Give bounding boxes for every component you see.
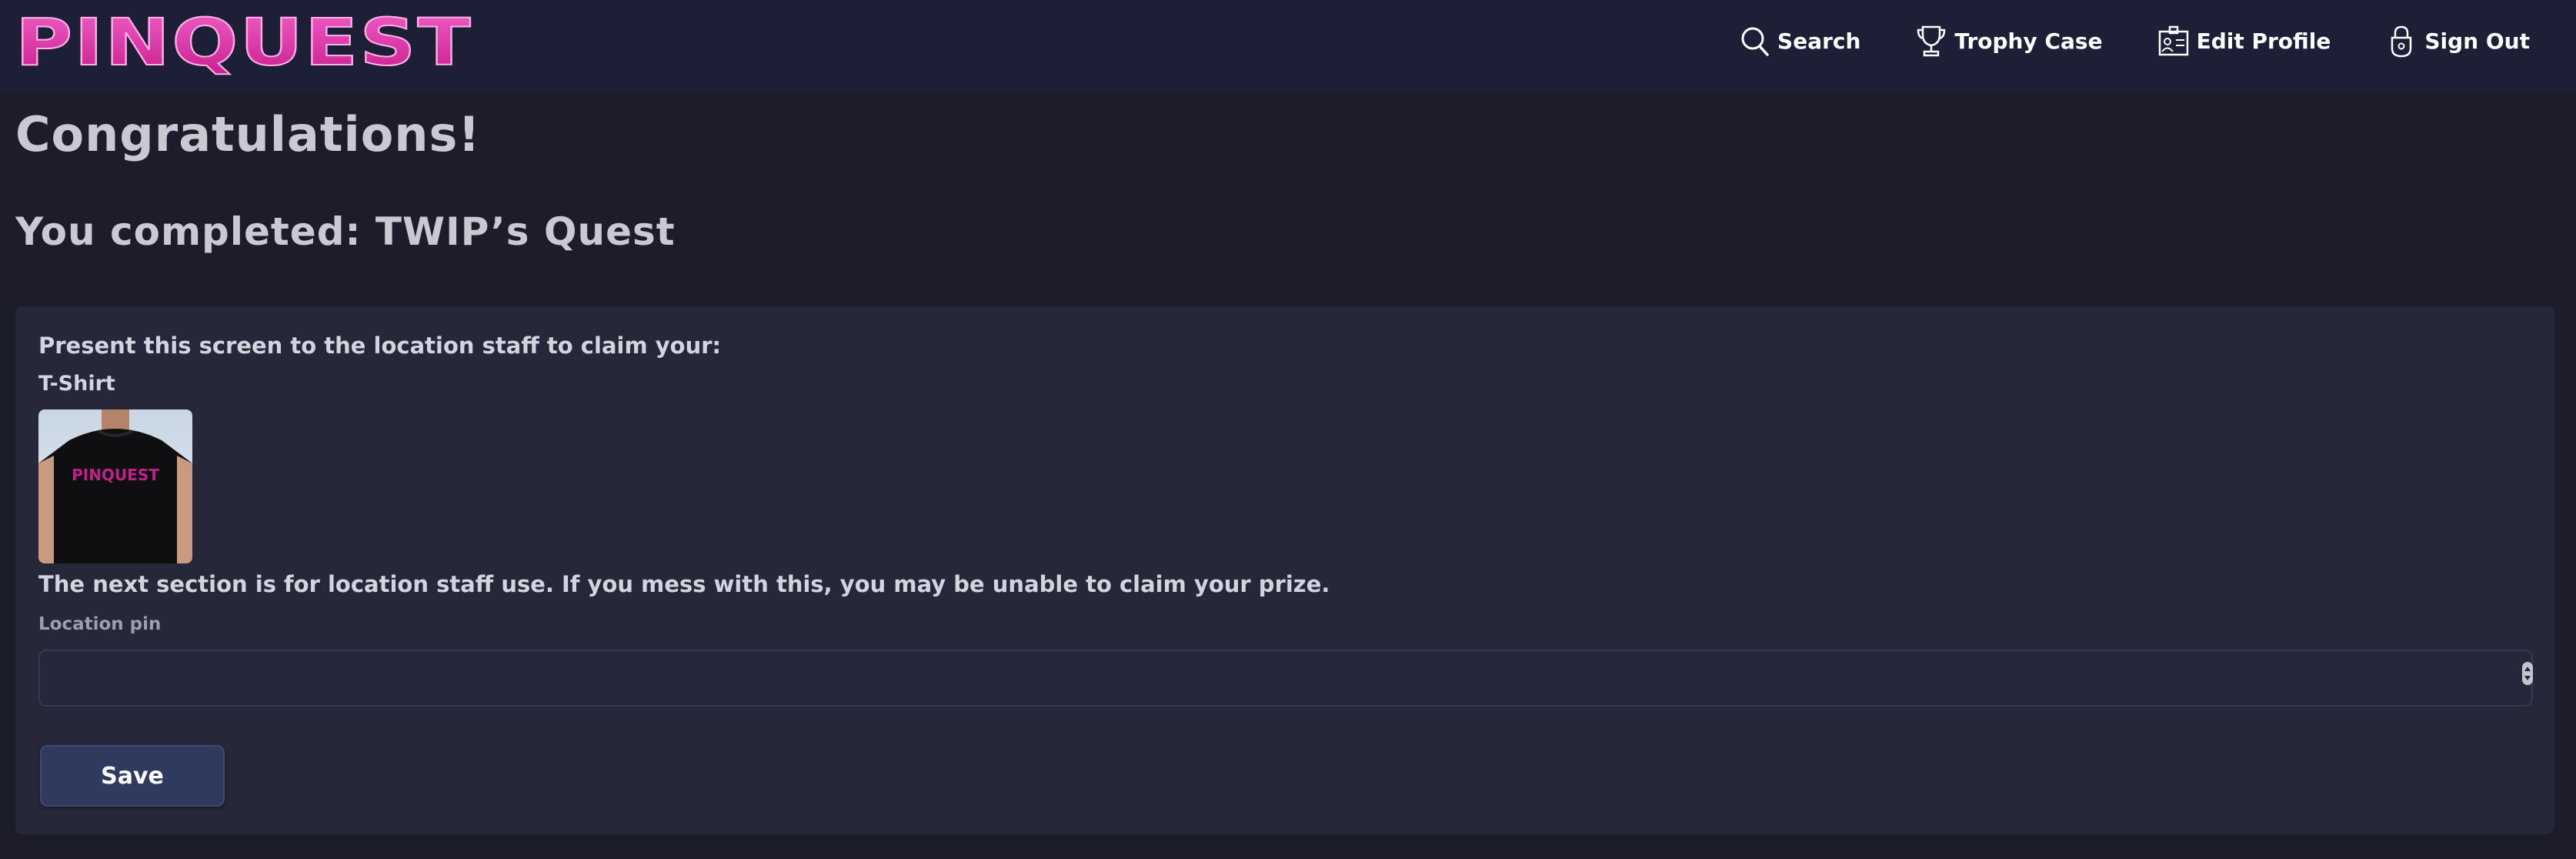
nav-sign-out-label: Sign Out	[2424, 28, 2530, 54]
lock-icon	[2391, 25, 2412, 58]
claim-instructions: Present this screen to the location staf…	[38, 333, 722, 359]
tshirt-photo: PINQUEST	[38, 409, 192, 563]
page-title: Congratulations!	[15, 106, 481, 162]
location-pin-label: Location pin	[38, 614, 162, 634]
id-card-icon	[2158, 25, 2188, 56]
search-icon	[1741, 27, 1769, 56]
nav-search-label: Search	[1777, 28, 1861, 54]
nav-trophy-case[interactable]: Trophy Case	[1916, 24, 2103, 58]
pinquest-logo[interactable]: PINQUEST	[14, 11, 475, 75]
nav-sign-out[interactable]: Sign Out	[2386, 24, 2530, 58]
top-navigation-bar: PINQUEST Search Trophy Case Edit Profile…	[0, 0, 2576, 92]
staff-warning: The next section is for location staff u…	[38, 571, 1330, 597]
tshirt-print-text: PINQUEST	[72, 466, 159, 484]
save-button[interactable]: Save	[40, 745, 225, 807]
trophy-icon	[1917, 25, 1946, 57]
nav-search[interactable]: Search	[1739, 24, 1860, 58]
prize-claim-card: Present this screen to the location staf…	[15, 306, 2554, 834]
prize-image: PINQUEST	[38, 409, 192, 563]
nav-trophy-case-label: Trophy Case	[1954, 28, 2103, 54]
nav-edit-profile[interactable]: Edit Profile	[2158, 24, 2331, 58]
main-nav: Search Trophy Case Edit Profile Sign Out	[1739, 22, 2530, 60]
pin-stepper-icon[interactable]	[2522, 662, 2533, 685]
svg-text:PINQUEST: PINQUEST	[15, 11, 472, 75]
location-pin-input[interactable]	[38, 650, 2533, 707]
prize-name: T-Shirt	[38, 372, 115, 396]
nav-edit-profile-label: Edit Profile	[2196, 28, 2331, 54]
page-subtitle: You completed: TWIP’s Quest	[15, 209, 676, 254]
